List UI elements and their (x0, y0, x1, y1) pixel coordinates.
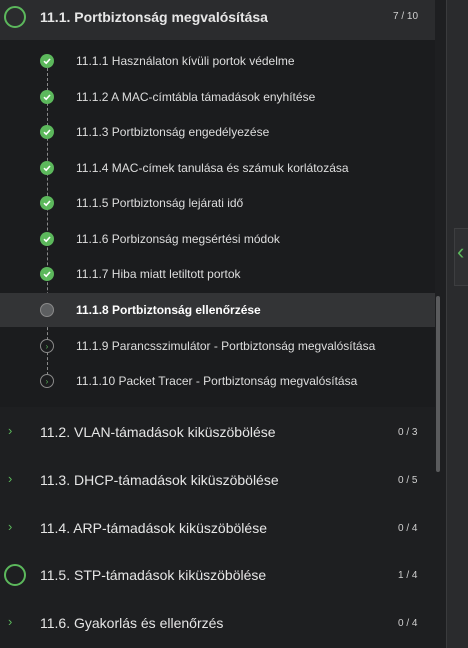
sub-item-11-1-4[interactable]: 11.1.4 MAC-címek tanulása és számuk korl… (0, 151, 435, 185)
sub-item-label: 11.1.5 Portbiztonság lejárati idő (76, 196, 244, 210)
sub-item-label: 11.1.1 Használaton kívüli portok védelme (76, 54, 295, 68)
section-title: 11.2. VLAN-támadások kiküszöbölése (40, 424, 276, 440)
checkmark-icon (40, 267, 54, 281)
section-progress-count: 0 / 3 (398, 427, 418, 438)
section-title: 11.3. DHCP-támadások kiküszöbölése (40, 472, 279, 488)
chevron-right-icon: › (8, 423, 13, 438)
section-title: 11.1. Portbiztonság megvalósítása (40, 9, 268, 25)
sub-item-11-1-2[interactable]: 11.1.2 A MAC-címtábla támadások enyhítés… (0, 80, 435, 114)
checkmark-icon (40, 196, 54, 210)
chevron-right-icon: › (40, 374, 54, 388)
sub-item-label: 11.1.3 Portbiztonság engedélyezése (76, 125, 270, 139)
section-header-11-4[interactable]: › 11.4. ARP-támadások kiküszöbölése 0 / … (0, 509, 435, 549)
section-header-11-5[interactable]: 11.5. STP-támadások kiküszöbölése 1 / 4 (0, 556, 435, 596)
content-pane-edge (446, 0, 468, 648)
checkmark-icon (40, 232, 54, 246)
section-progress-count: 0 / 4 (398, 618, 418, 629)
progress-ring-icon (4, 6, 26, 28)
checkmark-icon (40, 54, 54, 68)
checkmark-icon (40, 90, 54, 104)
section-header-11-1[interactable]: 11.1. Portbiztonság megvalósítása 7 / 10 (0, 0, 435, 40)
sub-item-label: 11.1.4 MAC-címek tanulása és számuk korl… (76, 161, 349, 175)
chevron-right-icon: › (8, 471, 13, 486)
sub-item-11-1-7[interactable]: 11.1.7 Hiba miatt letiltott portok (0, 257, 435, 291)
section-header-11-6[interactable]: › 11.6. Gyakorlás és ellenőrzés 0 / 4 (0, 604, 435, 644)
sub-item-11-1-3[interactable]: 11.1.3 Portbiztonság engedélyezése (0, 115, 435, 149)
scrollbar-thumb[interactable] (436, 296, 440, 472)
sub-item-11-1-9[interactable]: › 11.1.9 Parancsszimulátor - Portbiztons… (0, 329, 435, 363)
current-item-dot-icon (40, 303, 54, 317)
section-progress-count: 1 / 4 (398, 570, 418, 581)
section-title: 11.6. Gyakorlás és ellenőrzés (40, 615, 224, 631)
sub-item-11-1-8[interactable]: 11.1.8 Portbiztonság ellenőrzése (0, 293, 435, 327)
sub-item-label: 11.1.9 Parancsszimulátor - Portbiztonság… (76, 339, 376, 353)
sub-item-label: 11.1.10 Packet Tracer - Portbiztonság me… (76, 374, 358, 388)
progress-ring-icon (4, 564, 26, 586)
sub-item-11-1-1[interactable]: 11.1.1 Használaton kívüli portok védelme (0, 44, 435, 78)
section-progress-count: 0 / 4 (398, 523, 418, 534)
chevron-right-icon: › (40, 339, 54, 353)
sub-item-label: 11.1.8 Portbiztonság ellenőrzése (76, 303, 261, 317)
section-title: 11.4. ARP-támadások kiküszöbölése (40, 520, 267, 536)
sub-item-label: 11.1.7 Hiba miatt letiltott portok (76, 267, 241, 281)
checkmark-icon (40, 125, 54, 139)
sub-item-11-1-10[interactable]: › 11.1.10 Packet Tracer - Portbiztonság … (0, 364, 435, 398)
chevron-right-icon: › (8, 519, 13, 534)
section-progress-count: 7 / 10 (393, 11, 419, 22)
section-header-11-3[interactable]: › 11.3. DHCP-támadások kiküszöbölése 0 /… (0, 461, 435, 501)
chevron-left-icon: ‹ (457, 239, 465, 264)
chevron-right-icon: › (8, 614, 13, 629)
sub-item-11-1-6[interactable]: 11.1.6 Porbizonság megsértési módok (0, 222, 435, 256)
course-navigation-panel: 11.1. Portbiztonság megvalósítása 7 / 10… (0, 0, 435, 648)
sub-item-11-1-5[interactable]: 11.1.5 Portbiztonság lejárati idő (0, 186, 435, 220)
sub-item-label: 11.1.6 Porbizonság megsértési módok (76, 232, 280, 246)
section-progress-count: 0 / 5 (398, 475, 418, 486)
checkmark-icon (40, 161, 54, 175)
section-title: 11.5. STP-támadások kiküszöbölése (40, 567, 267, 583)
section-header-11-2[interactable]: › 11.2. VLAN-támadások kiküszöbölése 0 /… (0, 413, 435, 453)
sub-item-label: 11.1.2 A MAC-címtábla támadások enyhítés… (76, 90, 316, 104)
